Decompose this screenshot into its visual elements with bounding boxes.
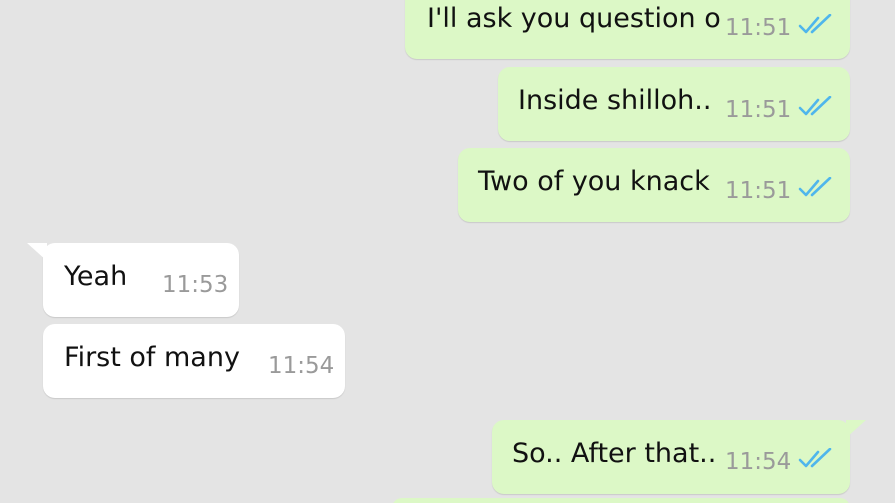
message-time: 11:51 bbox=[725, 15, 792, 41]
message-text: Inside shilloh.. bbox=[518, 84, 712, 116]
bubble-tail bbox=[846, 0, 866, 3]
read-receipt-double-tick-icon bbox=[798, 96, 832, 116]
message-bubble-incoming[interactable]: Yeah 11:53 bbox=[27, 243, 239, 317]
read-receipt-double-tick-icon bbox=[798, 14, 832, 34]
message-text: So.. After that.. bbox=[512, 437, 717, 469]
message-text: I'll ask you question o bbox=[427, 2, 721, 34]
message-time: 11:51 bbox=[725, 97, 792, 123]
read-receipt-double-tick-icon bbox=[798, 177, 832, 197]
message-text: Yeah bbox=[64, 260, 128, 292]
message-time: 11:54 bbox=[268, 353, 335, 379]
read-receipt-double-tick-icon bbox=[798, 448, 832, 468]
message-time: 11:54 bbox=[725, 449, 792, 475]
bubble-tail bbox=[27, 243, 47, 261]
message-bubble-outgoing[interactable]: I'll ask you question o 11:51 bbox=[405, 0, 866, 59]
message-bubble-outgoing-partial[interactable] bbox=[392, 498, 850, 503]
message-time: 11:51 bbox=[725, 178, 792, 204]
bubble-tail bbox=[846, 420, 866, 438]
chat-conversation[interactable]: I'll ask you question o 11:51 Inside shi… bbox=[0, 0, 895, 503]
message-bubble-incoming[interactable]: First of many 11:54 bbox=[43, 324, 345, 398]
message-bubble-outgoing[interactable]: Inside shilloh.. 11:51 bbox=[498, 67, 850, 141]
message-bubble-outgoing[interactable]: Two of you knack 11:51 bbox=[458, 148, 850, 222]
message-text: Two of you knack bbox=[478, 165, 710, 197]
message-time: 11:53 bbox=[162, 272, 229, 298]
message-text: First of many bbox=[64, 341, 240, 373]
message-bubble-outgoing[interactable]: So.. After that.. 11:54 bbox=[492, 420, 866, 494]
